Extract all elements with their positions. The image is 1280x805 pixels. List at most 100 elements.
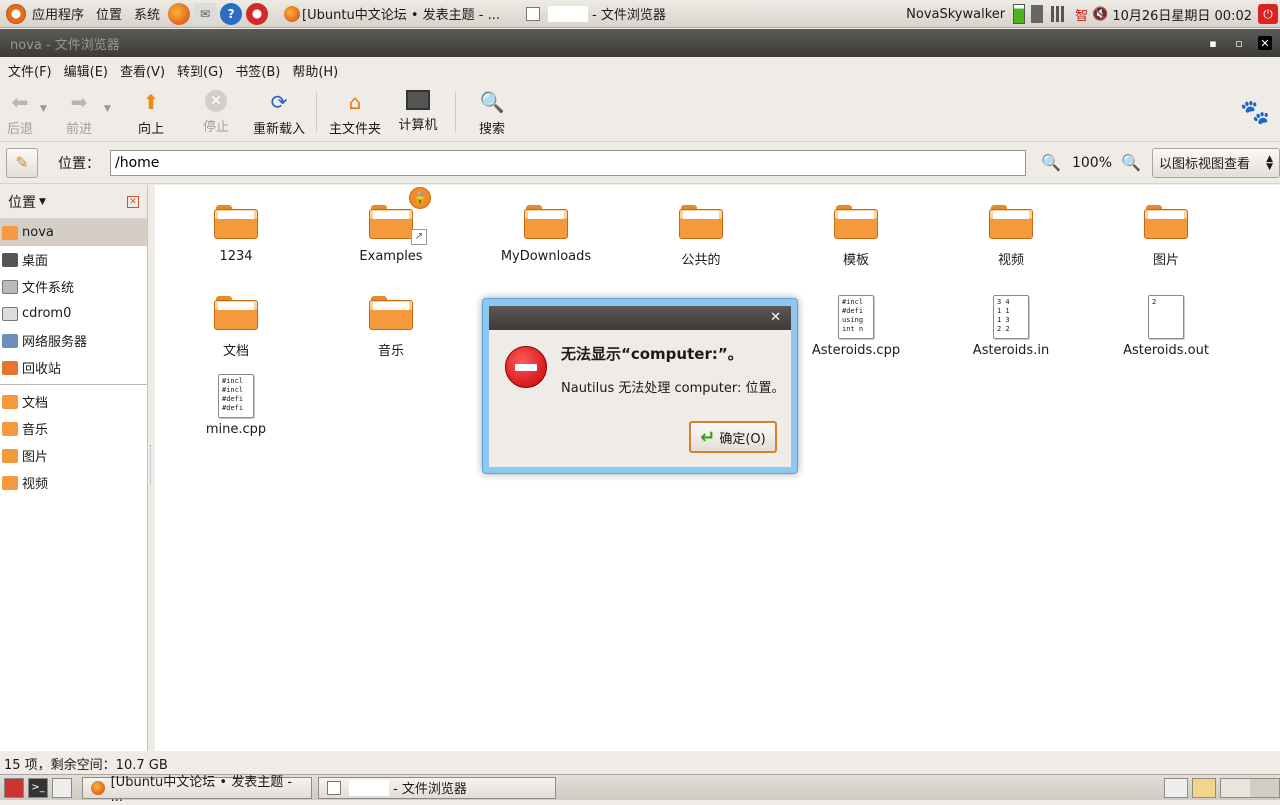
file-item-text[interactable]: 3 4 1 1 1 3 2 2 Asteroids.in (936, 285, 1086, 358)
file-name: MyDownloads (500, 249, 592, 264)
sidebar-item-videos[interactable]: 视频 (0, 469, 147, 496)
lifebuoy-launcher-icon[interactable] (246, 2, 269, 25)
error-icon (505, 346, 547, 388)
forward-button[interactable]: ➡ 前进 (54, 84, 104, 142)
menu-view[interactable]: 查看(V) (114, 61, 171, 80)
terminal-icon[interactable]: >_ (28, 777, 48, 798)
file-item-folder[interactable]: 公共的 (626, 185, 776, 268)
sidebar-item-nova[interactable]: nova (0, 219, 147, 246)
minimize-icon[interactable]: ▪ (1206, 36, 1220, 50)
folder-icon (214, 296, 258, 332)
system-monitor-icon[interactable] (1031, 5, 1044, 23)
computer-button[interactable]: 计算机 (387, 84, 449, 142)
file-item-folder[interactable]: 模板 (781, 185, 931, 268)
trash-applet-icon[interactable] (1164, 778, 1188, 798)
workspace-switcher[interactable] (1220, 778, 1280, 798)
sidebar-header[interactable]: 位置 ▼ ✕ (0, 185, 147, 219)
window-titlebar[interactable]: nova - 文件浏览器 ▪ ▫ ✕ (0, 29, 1280, 57)
search-button[interactable]: 🔍 搜索 (462, 84, 522, 142)
file-item-text[interactable]: #incl #defi using int n Asteroids.cpp (781, 285, 931, 358)
dialog-secondary-text: Nautilus 无法处理 computer: 位置。 (561, 381, 785, 396)
ok-button-label: 确定(O) (719, 431, 766, 447)
shutdown-icon[interactable]: ⏻ (1258, 4, 1278, 24)
search-button-label: 搜索 (478, 122, 505, 137)
file-item-folder[interactable]: MyDownloads (471, 185, 621, 264)
sidebar-item-filesystem[interactable]: 文件系统 (0, 273, 147, 300)
user-switcher[interactable]: NovaSkywalker (906, 7, 1005, 22)
sidebar-close-icon[interactable]: ✕ (127, 196, 139, 208)
back-history-dropdown[interactable]: ▼ (40, 84, 54, 114)
taskbar-nautilus-top[interactable]: - 文件浏览器 (520, 2, 672, 26)
file-item-text[interactable]: #incl #incl #defi #defi mine.cpp (161, 364, 311, 437)
text-file-icon: #incl #defi using int n (838, 295, 874, 339)
clock[interactable]: 10月26日星期日 00:02 (1112, 5, 1252, 24)
sidebar-item-documents[interactable]: 文档 (0, 388, 147, 415)
toggle-location-entry-button[interactable]: ✎ (6, 147, 38, 178)
help-launcher-icon[interactable]: ? (220, 2, 243, 25)
folder-icon (834, 205, 878, 241)
stop-icon: ✕ (205, 90, 227, 112)
sidebar-item-desktop[interactable]: 桌面 (0, 246, 147, 273)
location-input[interactable] (110, 149, 1026, 176)
up-button[interactable]: ⬆ 向上 (118, 84, 184, 142)
file-item-text[interactable]: 2 Asteroids.out (1091, 285, 1241, 358)
applications-menu[interactable]: 应用程序 (0, 0, 90, 28)
sidebar-item-pictures[interactable]: 图片 (0, 442, 147, 469)
input-method-indicator[interactable]: 智 (1075, 5, 1088, 24)
folder-icon (1144, 205, 1188, 241)
reload-icon: ⟳ (270, 90, 288, 114)
mail-launcher-icon[interactable]: ✉ (194, 2, 217, 25)
taskbar-firefox-top[interactable]: [Ubuntu中文论坛 • 发表主题 - ... (276, 2, 506, 26)
screenshot-icon[interactable] (52, 777, 72, 798)
sidebar-item-music[interactable]: 音乐 (0, 415, 147, 442)
taskbar-firefox[interactable]: [Ubuntu中文论坛 • 发表主题 - ... (82, 775, 312, 805)
file-name: 文档 (222, 344, 249, 359)
back-button[interactable]: ⬅ 后退 (0, 84, 40, 142)
dialog-titlebar[interactable]: ✕ (489, 306, 791, 330)
menu-go[interactable]: 转到(G) (171, 61, 229, 80)
file-item-folder[interactable]: 视频 (936, 185, 1086, 268)
close-window-icon[interactable]: ✕ (1258, 36, 1272, 50)
zoom-in-icon[interactable]: 🔍 (1118, 150, 1144, 176)
toolbar: ⬅ 后退 ▼ ➡ 前进 ▼ ⬆ 向上 ✕ 停止 ⟳ 重新载入 ⌂ 主文件夹 计算… (0, 84, 1280, 142)
file-item-folder[interactable]: 图片 (1091, 185, 1241, 268)
file-item-folder[interactable]: 🔒 ↗ Examples (316, 185, 466, 264)
zoom-level[interactable]: 100% (1072, 155, 1112, 171)
taskbar-nautilus[interactable]: - 文件浏览器 (318, 776, 556, 799)
sidebar-item-trash[interactable]: 回收站 (0, 354, 147, 381)
menu-bookmarks[interactable]: 书签(B) (229, 61, 286, 80)
file-item-folder[interactable]: 文档 (161, 276, 311, 359)
maximize-icon[interactable]: ▫ (1232, 36, 1246, 50)
notes-applet-icon[interactable] (1192, 778, 1216, 798)
sidebar-item-network[interactable]: 网络服务器 (0, 327, 147, 354)
network-signal-icon[interactable] (1051, 6, 1068, 22)
network-icon (2, 333, 18, 348)
sidebar-item-cdrom[interactable]: cdrom0 (0, 300, 147, 327)
file-item-folder[interactable]: 1234 (161, 185, 311, 264)
menu-edit[interactable]: 编辑(E) (58, 61, 114, 80)
system-menu[interactable]: 系统 (128, 0, 166, 28)
stop-button[interactable]: ✕ 停止 (184, 84, 248, 142)
folder-icon (679, 205, 723, 241)
menu-file[interactable]: 文件(F) (2, 61, 58, 80)
forward-history-dropdown[interactable]: ▼ (104, 84, 118, 114)
menu-help[interactable]: 帮助(H) (286, 61, 344, 80)
reload-button[interactable]: ⟳ 重新载入 (248, 84, 310, 142)
taskbar-firefox-top-label: [Ubuntu中文论坛 • 发表主题 - ... (302, 8, 500, 23)
forward-button-label: 前进 (65, 122, 92, 137)
zoom-out-icon[interactable]: 🔍 (1038, 150, 1064, 176)
workspace-area (1160, 776, 1280, 800)
volume-icon[interactable]: 🔇 (1092, 7, 1108, 22)
show-desktop-icon[interactable] (4, 777, 24, 798)
file-name: 音乐 (377, 344, 404, 359)
sidebar-item-label: 音乐 (22, 423, 49, 438)
ok-button[interactable]: ↵ 确定(O) (689, 421, 777, 453)
dialog-close-icon[interactable]: ✕ (770, 310, 781, 325)
view-mode-select[interactable]: 以图标视图查看 ▲ ▼ (1152, 147, 1280, 178)
file-item-folder[interactable]: 音乐 (316, 276, 466, 359)
firefox-launcher-icon[interactable] (168, 2, 191, 25)
places-menu[interactable]: 位置 (90, 0, 128, 28)
firefox-icon (91, 780, 105, 795)
battery-icon[interactable] (1013, 4, 1026, 24)
home-button[interactable]: ⌂ 主文件夹 (323, 84, 387, 142)
